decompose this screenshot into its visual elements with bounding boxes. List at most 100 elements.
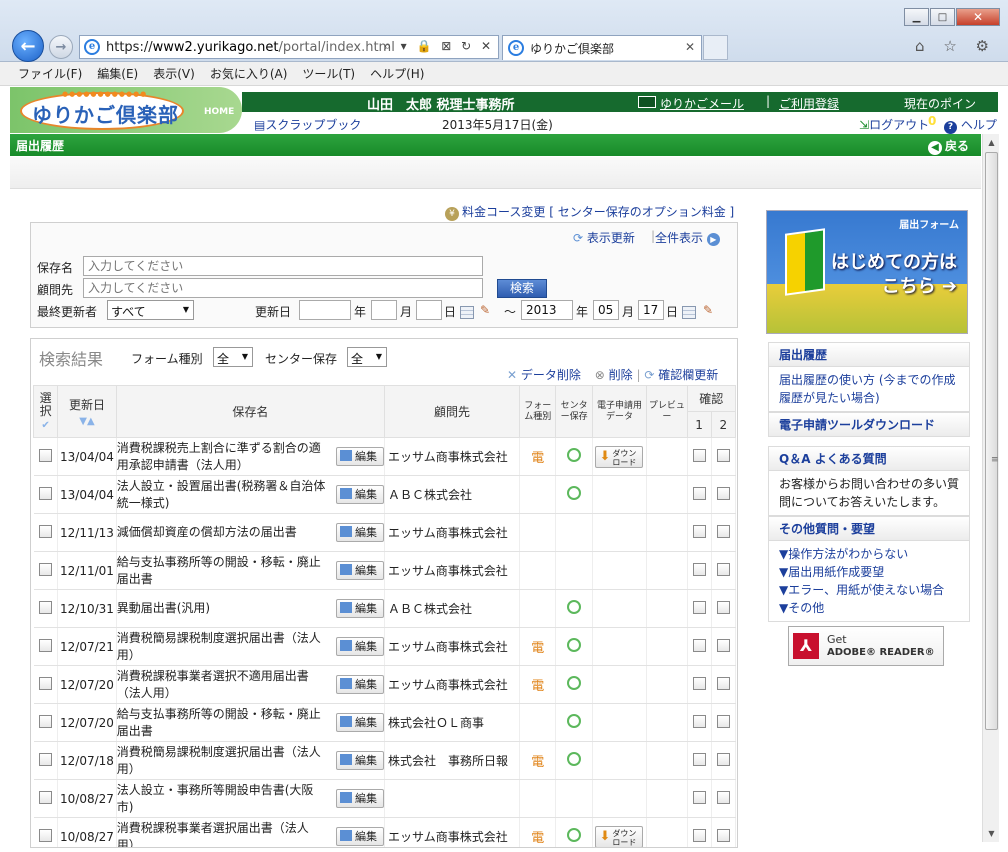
sidebar-other-item[interactable]: ▼届出用紙作成要望 — [779, 563, 959, 581]
row-select-checkbox[interactable] — [38, 790, 52, 804]
download-button[interactable]: ⬇ ダウン ロード — [595, 825, 644, 847]
home-link[interactable]: HOME — [204, 107, 234, 117]
scroll-up-icon[interactable]: ▲ — [983, 134, 1000, 151]
close-button[interactable]: ✕ — [956, 8, 1000, 26]
confirm-2-checkbox[interactable] — [716, 524, 730, 538]
calendar-icon[interactable] — [460, 306, 474, 319]
browser-tab[interactable]: e ゆりかご倶楽部 ✕ — [502, 35, 702, 60]
edit-button[interactable]: 編集 — [335, 675, 384, 694]
edit-button[interactable]: 編集 — [335, 599, 384, 618]
address-tools-icons[interactable]: ⌕ ▾ 🔒 ⊠ ↻ ✕ — [384, 39, 494, 54]
menu-tools[interactable]: ツール(T) — [302, 65, 355, 82]
confirm-1-checkbox[interactable] — [692, 790, 706, 804]
row-name[interactable]: 異動届出書(汎用) — [117, 600, 327, 617]
site-logo[interactable]: ●●●●●●●●●●●● ゆりかご倶楽部 HOME — [10, 87, 242, 133]
row-select-checkbox[interactable] — [38, 828, 52, 842]
from-year-input[interactable] — [299, 300, 351, 320]
updater-select[interactable]: すべて — [107, 300, 194, 320]
delete-link[interactable]: ⊗ 削除 — [595, 368, 633, 382]
row-select-checkbox[interactable] — [38, 524, 52, 538]
sidebar-other-item[interactable]: ▼操作方法がわからない — [779, 545, 959, 563]
back-button[interactable]: ← — [12, 30, 44, 62]
sort-asc-icon[interactable]: ▲ — [87, 416, 95, 427]
row-name[interactable]: 法人設立・事務所等開設申告書(大阪市) — [117, 782, 327, 816]
sidebar-other-item[interactable]: ▼エラー、用紙が使えない場合 — [779, 581, 959, 599]
row-select-checkbox[interactable] — [38, 486, 52, 500]
row-name[interactable]: 給与支払事務所等の開設・移転・廃止届出書 — [117, 706, 327, 740]
name-input[interactable] — [83, 256, 483, 276]
forward-button[interactable]: → — [49, 35, 73, 59]
confirm-1-checkbox[interactable] — [692, 676, 706, 690]
menu-view[interactable]: 表示(V) — [153, 65, 195, 82]
row-name[interactable]: 消費税簡易課税制度選択届出書（法人用） — [117, 630, 327, 664]
client-input[interactable] — [83, 278, 483, 298]
confirm-2-checkbox[interactable] — [716, 448, 730, 462]
edit-button[interactable]: 編集 — [335, 827, 384, 846]
show-all-link[interactable]: 全件表示 ▶ — [655, 229, 720, 246]
row-name[interactable]: 法人設立・設置届出書(税務署＆自治体統一様式) — [117, 478, 327, 512]
vertical-scrollbar[interactable]: ▲ ≡ ▼ — [982, 134, 999, 842]
back-link[interactable]: ◀ 戻る — [927, 137, 969, 155]
to-month-input[interactable] — [593, 300, 619, 320]
row-select-checkbox[interactable] — [38, 448, 52, 462]
confirm-2-checkbox[interactable] — [716, 790, 730, 804]
check-all-icon[interactable]: ✔ — [41, 420, 49, 431]
form-type-select[interactable]: 全 — [213, 347, 253, 367]
row-name[interactable]: 消費税課税売上割合に準ずる割合の適用承認申請書（法人用） — [117, 440, 327, 474]
row-name[interactable]: 給与支払事務所等の開設・移転・廃止届出書 — [117, 554, 327, 588]
row-select-checkbox[interactable] — [38, 638, 52, 652]
address-bar[interactable]: e https://www2.yurikago.net/portal/index… — [79, 35, 499, 59]
new-tab-button[interactable] — [703, 35, 728, 60]
confirm-2-checkbox[interactable] — [716, 714, 730, 728]
center-save-select[interactable]: 全 — [347, 347, 387, 367]
confirm-1-checkbox[interactable] — [692, 600, 706, 614]
sidebar-history-link[interactable]: 届出履歴の使い方 (今までの作成履歴が見たい場合) — [769, 367, 969, 411]
confirm-2-checkbox[interactable] — [716, 638, 730, 652]
confirm-1-checkbox[interactable] — [692, 486, 706, 500]
confirm-1-checkbox[interactable] — [692, 448, 706, 462]
edit-button[interactable]: 編集 — [335, 751, 384, 770]
edit-button[interactable]: 編集 — [335, 713, 384, 732]
delete-data-link[interactable]: ✕ データ削除 — [507, 368, 581, 382]
menu-help[interactable]: ヘルプ(H) — [370, 65, 424, 82]
confirm-1-checkbox[interactable] — [692, 714, 706, 728]
clear-date-icon[interactable]: ✎ — [480, 303, 496, 318]
scrapbook-link[interactable]: ▤スクラップブック — [254, 116, 361, 133]
sort-desc-icon[interactable]: ▼ — [79, 416, 87, 427]
search-button[interactable]: 検索 — [497, 279, 547, 298]
download-button[interactable]: ⬇ ダウン ロード — [595, 445, 644, 468]
row-select-checkbox[interactable] — [38, 752, 52, 766]
row-select-checkbox[interactable] — [38, 714, 52, 728]
confirm-1-checkbox[interactable] — [692, 638, 706, 652]
calendar-icon[interactable] — [682, 306, 696, 319]
confirm-1-checkbox[interactable] — [692, 752, 706, 766]
register-link[interactable]: ご利用登録 — [779, 95, 839, 112]
edit-button[interactable]: 編集 — [335, 561, 384, 580]
confirm-1-checkbox[interactable] — [692, 828, 706, 842]
confirm-2-checkbox[interactable] — [716, 562, 730, 576]
options-link[interactable]: ¥ 料金コース変更 [ センター保存のオプション料金 ] — [445, 203, 734, 221]
row-name[interactable]: 減価償却資産の償却方法の届出書 — [117, 524, 327, 541]
mail-link[interactable]: ゆりかごメール — [660, 95, 744, 112]
menu-file[interactable]: ファイル(F) — [18, 65, 82, 82]
row-name[interactable]: 消費税課税事業者選択不適用届出書（法人用） — [117, 668, 327, 702]
adobe-reader-button[interactable]: ⅄ Get ADOBE® READER® — [788, 626, 944, 666]
from-month-input[interactable] — [371, 300, 397, 320]
confirm-update-link[interactable]: ⟳ 確認欄更新 — [644, 368, 718, 382]
row-name[interactable]: 消費税課税事業者選択届出書（法人用） — [117, 820, 327, 848]
tab-close-icon[interactable]: ✕ — [685, 40, 695, 54]
sidebar-faq-title[interactable]: Q＆A よくある質問 — [769, 447, 969, 471]
to-day-input[interactable] — [638, 300, 664, 320]
scroll-down-icon[interactable]: ▼ — [983, 825, 1000, 842]
minimize-button[interactable]: ▁ — [904, 8, 929, 26]
refresh-link[interactable]: ⟳ 表示更新 — [573, 229, 635, 246]
edit-button[interactable]: 編集 — [335, 789, 384, 808]
help-link[interactable]: ? ヘルプ — [944, 116, 997, 134]
scroll-thumb[interactable]: ≡ — [985, 152, 999, 730]
menu-favorites[interactable]: お気に入り(A) — [210, 65, 288, 82]
menu-edit[interactable]: 編集(E) — [97, 65, 138, 82]
clear-date-icon[interactable]: ✎ — [703, 303, 719, 318]
row-select-checkbox[interactable] — [38, 676, 52, 690]
sidebar-download-link[interactable]: 電子申請ツールダウンロード — [769, 413, 969, 436]
row-select-checkbox[interactable] — [38, 600, 52, 614]
